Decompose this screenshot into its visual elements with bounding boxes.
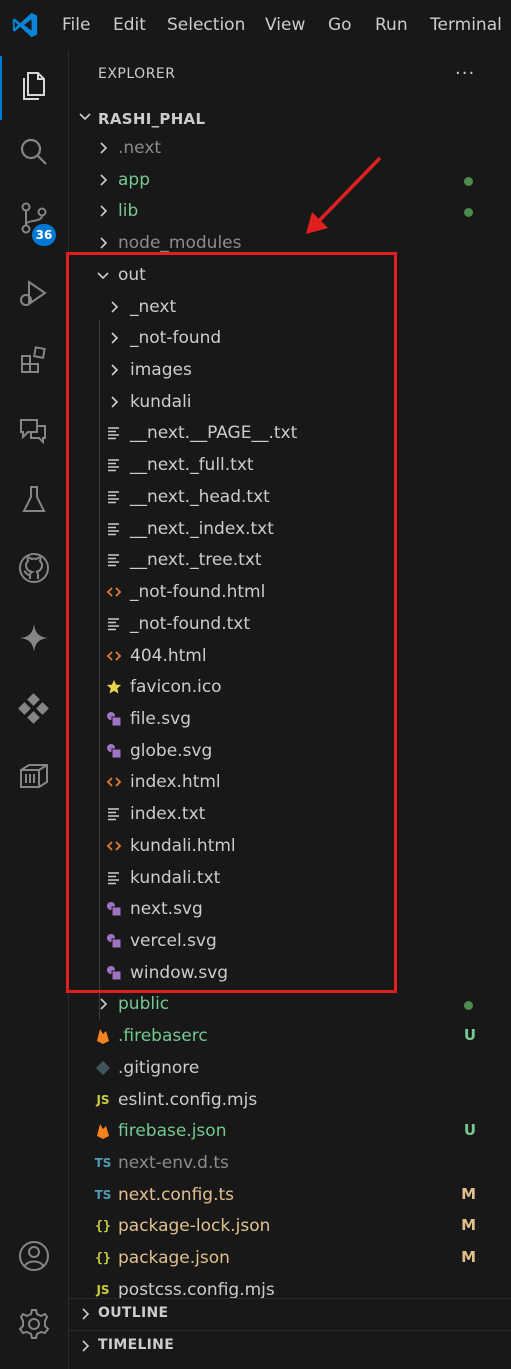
file-item[interactable]: firebase.json U <box>69 1116 511 1147</box>
explorer-icon[interactable] <box>14 66 54 106</box>
folder-item[interactable]: app <box>69 165 511 196</box>
item-label: lib <box>118 201 139 222</box>
folder-item[interactable]: public <box>69 989 511 1020</box>
file-item[interactable]: TS next.config.ts M <box>69 1180 511 1211</box>
item-label: eslint.config.mjs <box>118 1089 258 1110</box>
explorer-root-folder[interactable]: RASHI_PHAL <box>69 102 511 133</box>
git-status-badge: M <box>461 1248 476 1267</box>
copilot-icon[interactable] <box>14 618 54 658</box>
chevron-right-icon <box>82 1340 90 1352</box>
git-changes-dot-icon <box>464 208 473 218</box>
file-item[interactable]: {} package-lock.json M <box>69 1211 511 1242</box>
chevron-right-icon <box>100 237 108 249</box>
menu-item[interactable]: Terminal <box>430 13 502 37</box>
timeline-label: TIMELINE <box>98 1337 175 1353</box>
firebase-file-icon <box>95 1122 111 1140</box>
more-actions-button[interactable]: ··· <box>455 63 475 84</box>
js-file-icon: JS <box>96 1092 110 1107</box>
annotation-arrow-icon <box>306 156 382 234</box>
js-file-icon: JS <box>96 1282 110 1297</box>
json-file-icon: {} <box>95 1218 111 1234</box>
chevron-right-icon <box>82 1308 90 1320</box>
active-indicator <box>0 56 2 120</box>
firebase-file-icon <box>95 1027 111 1045</box>
git-status-badge: U <box>463 1121 476 1140</box>
item-label: public <box>118 994 170 1015</box>
chevron-down-icon <box>79 113 91 121</box>
git-changes-dot-icon <box>464 176 473 186</box>
item-label: next.config.ts <box>118 1184 235 1205</box>
activity-bar: 36 <box>0 50 69 1369</box>
testing-icon[interactable] <box>14 480 54 520</box>
highlight-box <box>66 252 397 993</box>
chevron-right-icon <box>100 205 108 218</box>
menu-item[interactable]: Go <box>328 13 352 37</box>
menu-item[interactable]: View <box>265 13 305 37</box>
ts-file-icon: TS <box>94 1187 112 1202</box>
chat-icon[interactable] <box>14 410 54 450</box>
menu-bar: File Edit Selection View Go Run Terminal <box>0 0 511 50</box>
accounts-icon[interactable] <box>14 1236 54 1276</box>
outline-section[interactable]: OUTLINE <box>69 1298 511 1330</box>
menu-item[interactable]: Edit <box>113 13 146 37</box>
run-debug-icon[interactable] <box>14 274 54 314</box>
folder-item[interactable]: lib <box>69 196 511 227</box>
menu-item[interactable]: Selection <box>167 13 245 37</box>
item-label: package-lock.json <box>118 1216 271 1237</box>
search-icon[interactable] <box>14 132 54 172</box>
remote-explorer-icon[interactable] <box>14 688 54 728</box>
menu-item[interactable]: Run <box>375 13 408 37</box>
folder-item[interactable]: .next <box>69 133 511 164</box>
chevron-right-icon <box>100 174 108 186</box>
json-file-icon: {} <box>95 1250 111 1266</box>
file-item[interactable]: .gitignore <box>69 1053 511 1084</box>
menu-item[interactable]: File <box>62 13 90 37</box>
github-icon[interactable] <box>14 548 54 588</box>
containers-icon[interactable] <box>14 756 54 796</box>
file-item[interactable]: .firebaserc U <box>69 1021 511 1052</box>
ts-file-icon: TS <box>94 1156 112 1171</box>
git-status-badge: M <box>461 1216 476 1235</box>
extensions-icon[interactable] <box>14 340 54 380</box>
item-label: .gitignore <box>118 1057 200 1078</box>
outline-label: OUTLINE <box>98 1305 169 1321</box>
item-label: package.json <box>118 1248 230 1269</box>
item-label: app <box>118 169 150 190</box>
chevron-right-icon <box>100 998 108 1011</box>
file-item[interactable]: JS eslint.config.mjs <box>69 1085 511 1116</box>
chevron-right-icon <box>100 142 108 154</box>
git-status-badge: M <box>461 1184 476 1203</box>
file-item[interactable]: {} package.json M <box>69 1243 511 1274</box>
git-status-badge: U <box>463 1026 476 1045</box>
item-label: next-env.d.ts <box>118 1153 229 1174</box>
item-label: .firebaserc <box>118 1026 208 1047</box>
explorer-title: EXPLORER <box>98 66 176 82</box>
root-folder-label: RASHI_PHAL <box>98 110 206 128</box>
git-file-icon <box>95 1059 111 1077</box>
item-label: firebase.json <box>118 1121 227 1142</box>
source-control-badge: 36 <box>32 224 56 246</box>
timeline-section[interactable]: TIMELINE <box>69 1330 511 1362</box>
item-label: .next <box>118 138 162 158</box>
item-label: node_modules <box>118 233 242 254</box>
file-item[interactable]: TS next-env.d.ts <box>69 1148 511 1179</box>
settings-icon[interactable] <box>14 1304 54 1344</box>
git-changes-dot-icon <box>464 1001 473 1011</box>
vscode-logo-icon <box>12 12 38 38</box>
